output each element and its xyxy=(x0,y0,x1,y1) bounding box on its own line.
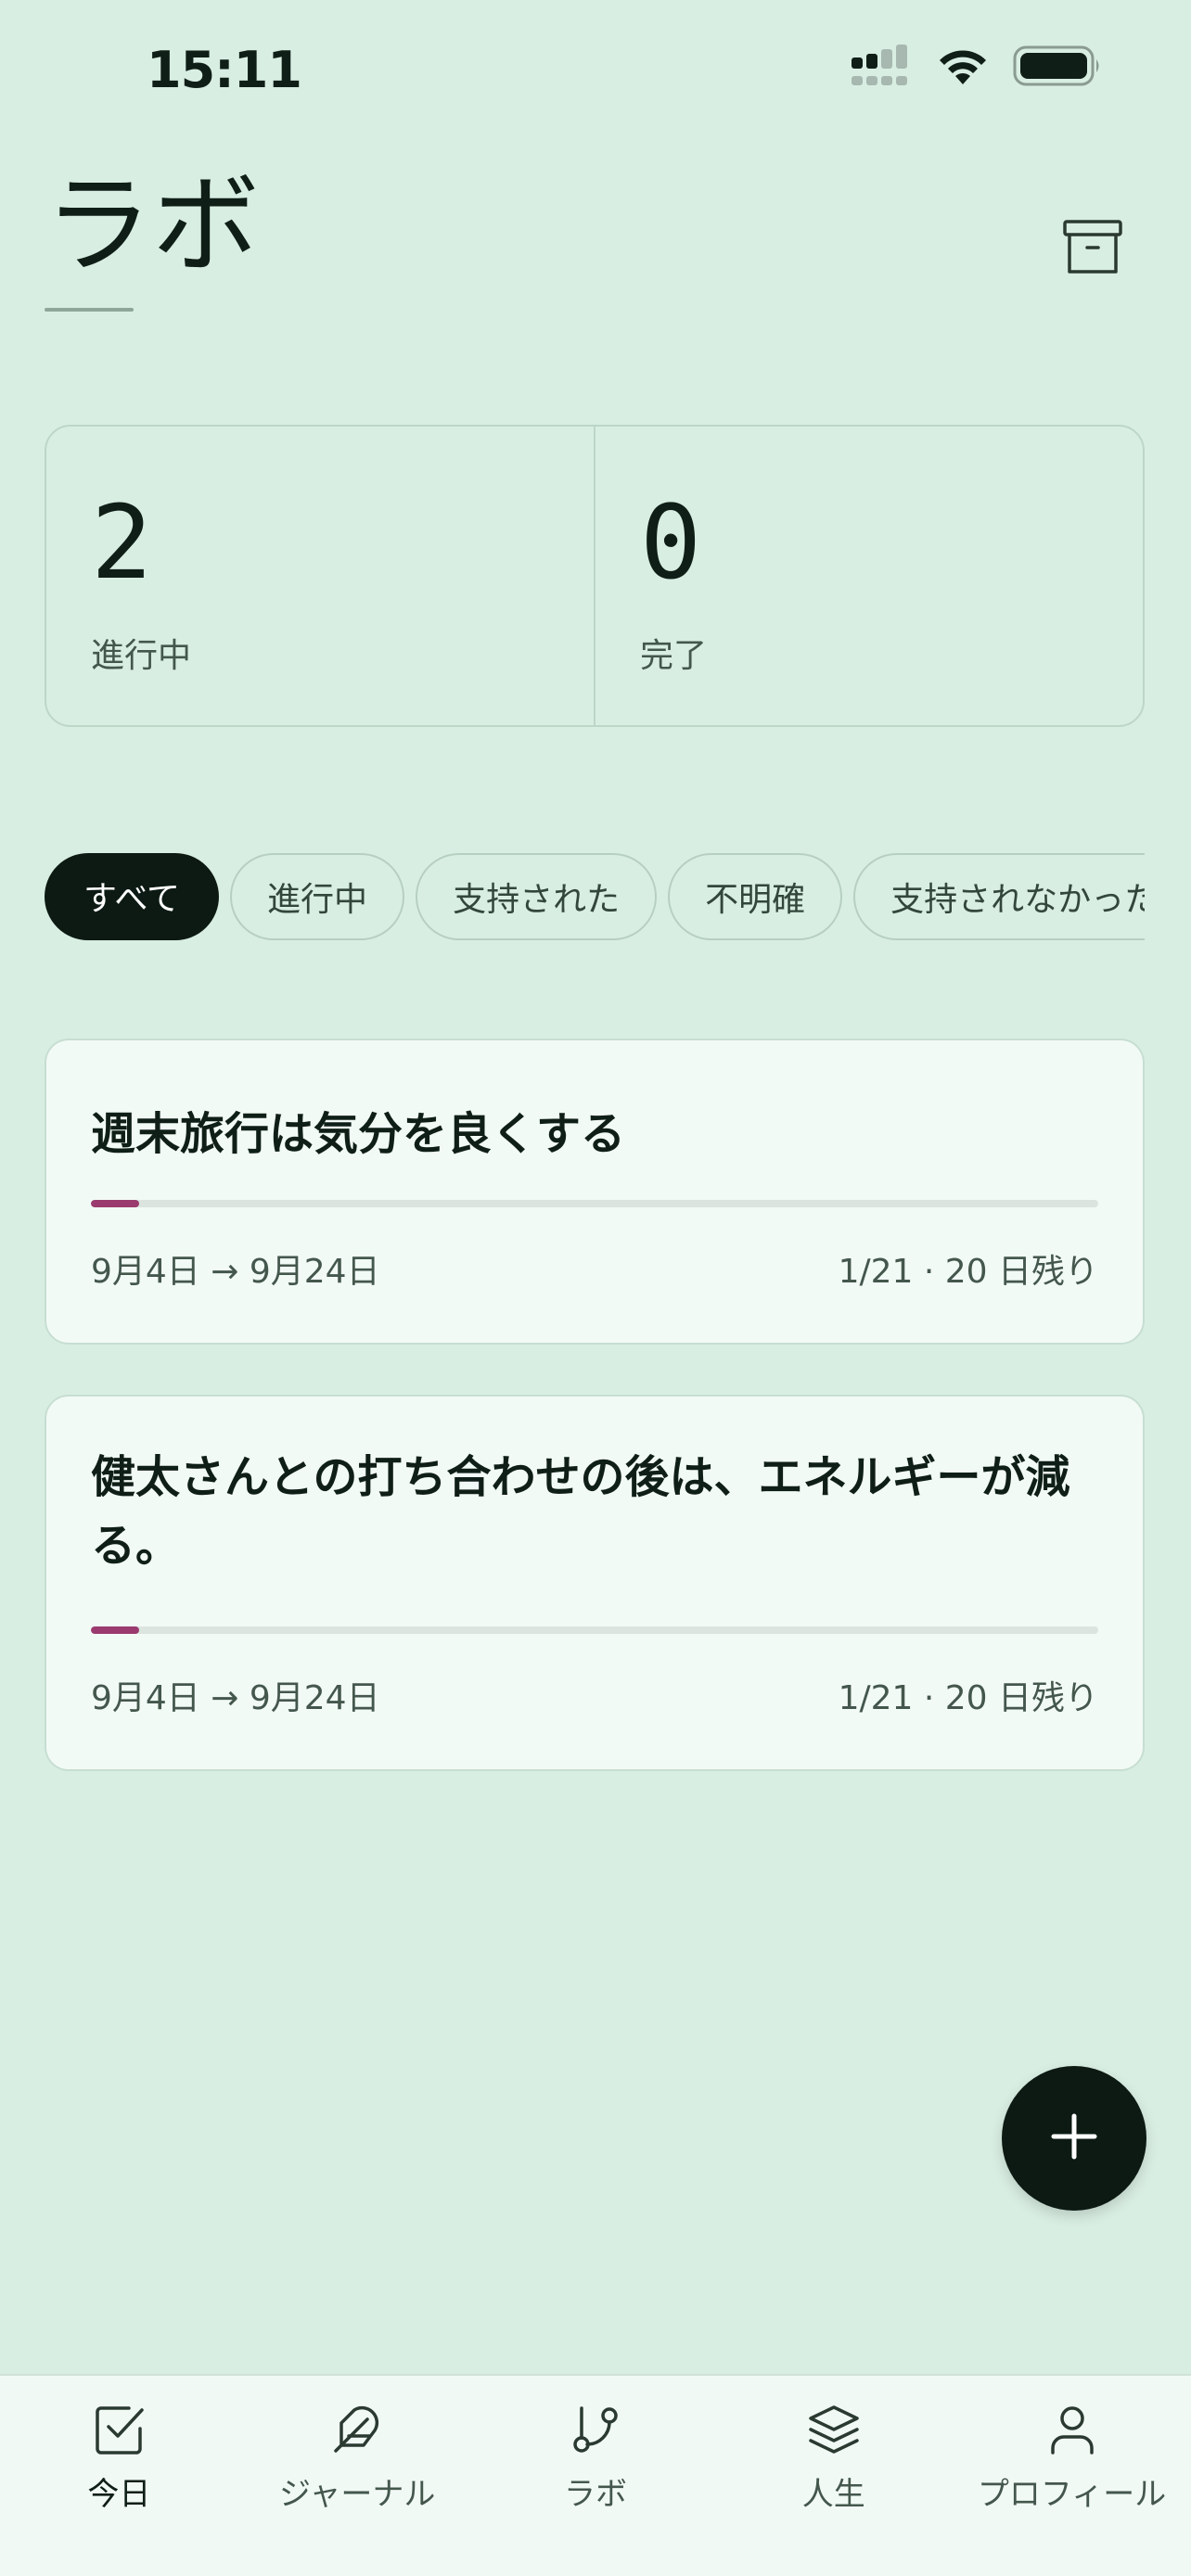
add-experiment-button[interactable] xyxy=(1002,2066,1146,2211)
stat-completed: 0 完了 xyxy=(594,427,1143,725)
experiment-progress-fill xyxy=(91,1626,139,1634)
experiment-title: 週末旅行は気分を良くする xyxy=(91,1108,626,1160)
stat-value: 2 xyxy=(91,483,153,602)
nav-item-lab[interactable]: ラボ xyxy=(477,2376,715,2576)
experiment-progress-bar xyxy=(91,1200,1098,1207)
bottom-nav: 今日 ジャーナル ラボ 人生 プロフィール xyxy=(0,2374,1191,2576)
nav-label: 今日 xyxy=(87,2476,151,2513)
experiment-dates: 9月4日 → 9月24日 xyxy=(91,1253,380,1291)
experiment-card[interactable]: 健太さんとの打ち合わせの後は、エネルギーが減る。 9月4日 → 9月24日 1/… xyxy=(45,1395,1145,1771)
feather-icon xyxy=(327,2400,387,2459)
git-branch-icon xyxy=(566,2400,625,2459)
wifi-icon xyxy=(935,45,991,90)
filter-chip-unclear[interactable]: 不明確 xyxy=(668,853,843,940)
nav-label: プロフィール xyxy=(977,2476,1167,2513)
cellular-signal-icon xyxy=(850,45,913,91)
experiment-progress-bar xyxy=(91,1626,1098,1634)
plus-icon xyxy=(1050,2112,1098,2164)
nav-label: 人生 xyxy=(801,2476,865,2513)
nav-label: ジャーナル xyxy=(279,2476,436,2513)
filter-chip-all[interactable]: すべて xyxy=(45,853,220,940)
layers-icon xyxy=(804,2400,864,2459)
status-time: 15:11 xyxy=(147,41,302,99)
archive-box-icon xyxy=(1062,219,1123,278)
stat-in-progress: 2 進行中 xyxy=(46,427,594,725)
stats-card: 2 進行中 0 完了 xyxy=(45,425,1145,727)
title-underline xyxy=(45,308,134,312)
filter-chip-supported[interactable]: 支持された xyxy=(416,853,658,940)
filter-chips: すべて 進行中 支持された 不明確 支持されなかった xyxy=(45,853,1145,944)
stat-label: 完了 xyxy=(640,637,708,675)
stat-label: 進行中 xyxy=(91,637,192,675)
page-title: ラボ xyxy=(45,163,260,288)
battery-icon xyxy=(1013,45,1102,90)
experiment-dates: 9月4日 → 9月24日 xyxy=(91,1679,380,1717)
status-icons xyxy=(850,45,1102,91)
nav-item-life[interactable]: 人生 xyxy=(714,2376,953,2576)
experiment-card[interactable]: 週末旅行は気分を良くする 9月4日 → 9月24日 1/21 · 20 日残り xyxy=(45,1039,1145,1345)
user-icon xyxy=(1043,2400,1102,2459)
nav-item-profile[interactable]: プロフィール xyxy=(953,2376,1191,2576)
checkbox-icon xyxy=(89,2400,148,2459)
nav-item-journal[interactable]: ジャーナル xyxy=(238,2376,477,2576)
filter-chip-not-supported[interactable]: 支持されなかった xyxy=(853,853,1145,940)
nav-item-today[interactable]: 今日 xyxy=(0,2376,238,2576)
experiment-progress-text: 1/21 · 20 日残り xyxy=(838,1679,1098,1717)
experiment-progress-text: 1/21 · 20 日残り xyxy=(838,1253,1098,1291)
archive-button[interactable] xyxy=(1054,210,1132,287)
stat-value: 0 xyxy=(640,483,702,602)
status-bar: 15:11 xyxy=(0,0,1191,139)
experiment-progress-fill xyxy=(91,1200,139,1207)
experiment-title: 健太さんとの打ち合わせの後は、エネルギーが減る。 xyxy=(91,1451,1070,1573)
nav-label: ラボ xyxy=(563,2476,627,2513)
filter-chip-in-progress[interactable]: 進行中 xyxy=(230,853,405,940)
